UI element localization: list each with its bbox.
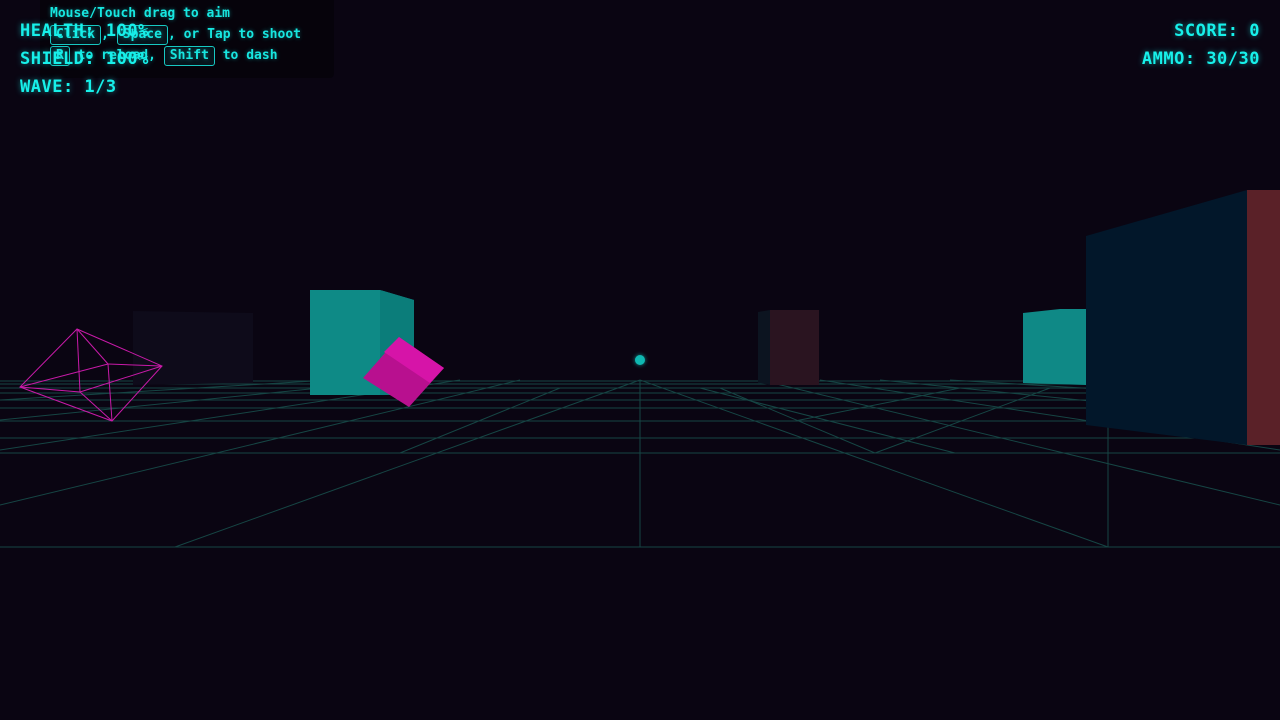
score-readout: SCORE: 0 — [1174, 21, 1260, 41]
hud-left: HEALTH: 100% SHIELD: 100% WAVE: 1/3 — [20, 20, 149, 104]
dash-text: to dash — [222, 48, 278, 63]
shift-key: Shift — [163, 46, 215, 66]
teal-block-right — [1023, 309, 1086, 385]
wall-navy — [1086, 190, 1247, 445]
wall-red — [1247, 190, 1280, 445]
game-viewport[interactable]: Mouse/Touch drag to aim Click, Space, or… — [0, 0, 1280, 720]
ammo-readout: AMMO: 30/30 — [1141, 49, 1260, 69]
hud-right: SCORE: 0 AMMO: 30/30 — [1142, 20, 1260, 76]
wave-readout: WAVE: 1/3 — [20, 77, 117, 97]
dark-block-left — [133, 311, 253, 385]
maroon-block — [770, 310, 819, 385]
crosshair-icon — [635, 355, 645, 365]
shield-readout: SHIELD: 100% — [20, 49, 149, 69]
health-readout: HEALTH: 100% — [20, 21, 149, 41]
shoot-text: , or Tap to shoot — [167, 27, 301, 42]
